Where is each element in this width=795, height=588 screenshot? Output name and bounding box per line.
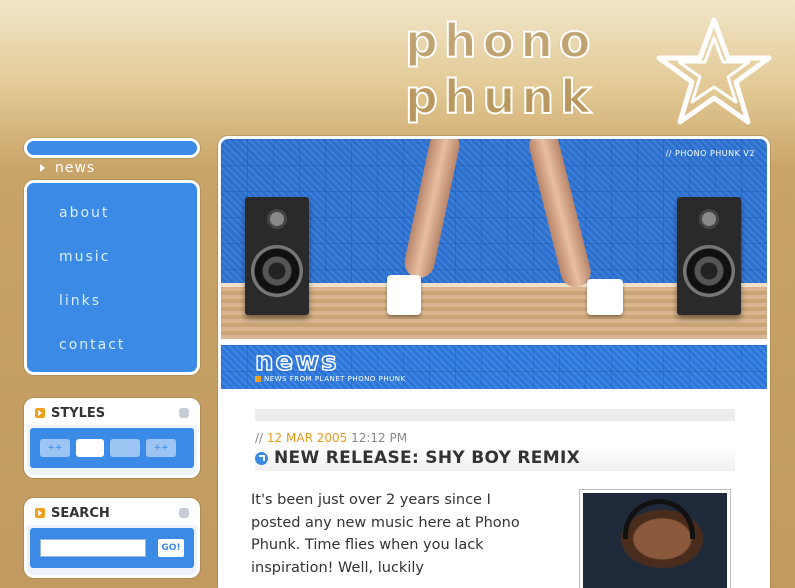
logo-line-2: phunk [404, 69, 597, 125]
bullet-arrow-icon [35, 408, 45, 418]
post-body: It's been just over 2 years since I post… [251, 492, 520, 576]
square-icon [255, 376, 261, 382]
nav-item-contact[interactable]: contact [59, 333, 197, 377]
search-title: SEARCH [51, 505, 110, 521]
hero-image: // PHONO PHUNK V2 [221, 139, 767, 339]
speaker-left [245, 197, 309, 315]
shoe-left [387, 275, 421, 315]
search-panel: SEARCH GO! [24, 498, 200, 578]
arrow-link-icon [255, 451, 268, 465]
news-banner: news NEWS FROM PLANET PHONO PHUNK [221, 345, 767, 389]
post-divider [255, 409, 735, 421]
main-content: // PHONO PHUNK V2 news NEWS FROM PLANET … [218, 136, 770, 588]
star-icon [656, 17, 772, 125]
speaker-right [677, 197, 741, 315]
post-thumbnail[interactable] [579, 489, 731, 588]
style-option-3[interactable] [110, 439, 140, 457]
search-input[interactable] [40, 539, 146, 557]
main-navigation: about music links contact [24, 180, 200, 375]
style-option-1[interactable]: ++ [40, 439, 70, 457]
style-option-2[interactable] [76, 439, 104, 457]
nav-item-music[interactable]: music [59, 245, 197, 289]
logo-line-1: phono [404, 13, 597, 69]
nav-top-bar [24, 138, 200, 158]
styles-panel: STYLES ++ ++ [24, 398, 200, 478]
headphones-icon [623, 499, 695, 539]
search-go-button[interactable]: GO! [158, 539, 184, 557]
search-header: SEARCH [27, 501, 197, 525]
styles-title: STYLES [51, 405, 106, 421]
styles-options: ++ ++ [30, 428, 194, 468]
post-date: // 12 MAR 2005 12:12 PM [255, 431, 408, 445]
nav-item-links[interactable]: links [59, 289, 197, 333]
post-title[interactable]: NEW RELEASE: SHY BOY REMIX [274, 448, 580, 468]
section-subtitle: NEWS FROM PLANET PHONO PHUNK [255, 375, 406, 383]
style-option-4[interactable]: ++ [146, 439, 176, 457]
nav-item-about[interactable]: about [59, 201, 197, 245]
minimize-icon[interactable] [179, 508, 189, 518]
search-form: GO! [30, 528, 194, 568]
nav-item-label: news [55, 160, 96, 176]
section-title: news [254, 346, 339, 378]
arrow-right-icon [40, 164, 45, 172]
bullet-arrow-icon [35, 508, 45, 518]
minimize-icon[interactable] [179, 408, 189, 418]
nav-item-news[interactable]: news [40, 160, 95, 176]
styles-header: STYLES [27, 401, 197, 425]
post-header: NEW RELEASE: SHY BOY REMIX [255, 445, 735, 471]
shoe-right [587, 279, 623, 315]
site-logo[interactable]: phono phunk [404, 12, 785, 132]
hero-tagline: // PHONO PHUNK V2 [665, 149, 755, 158]
